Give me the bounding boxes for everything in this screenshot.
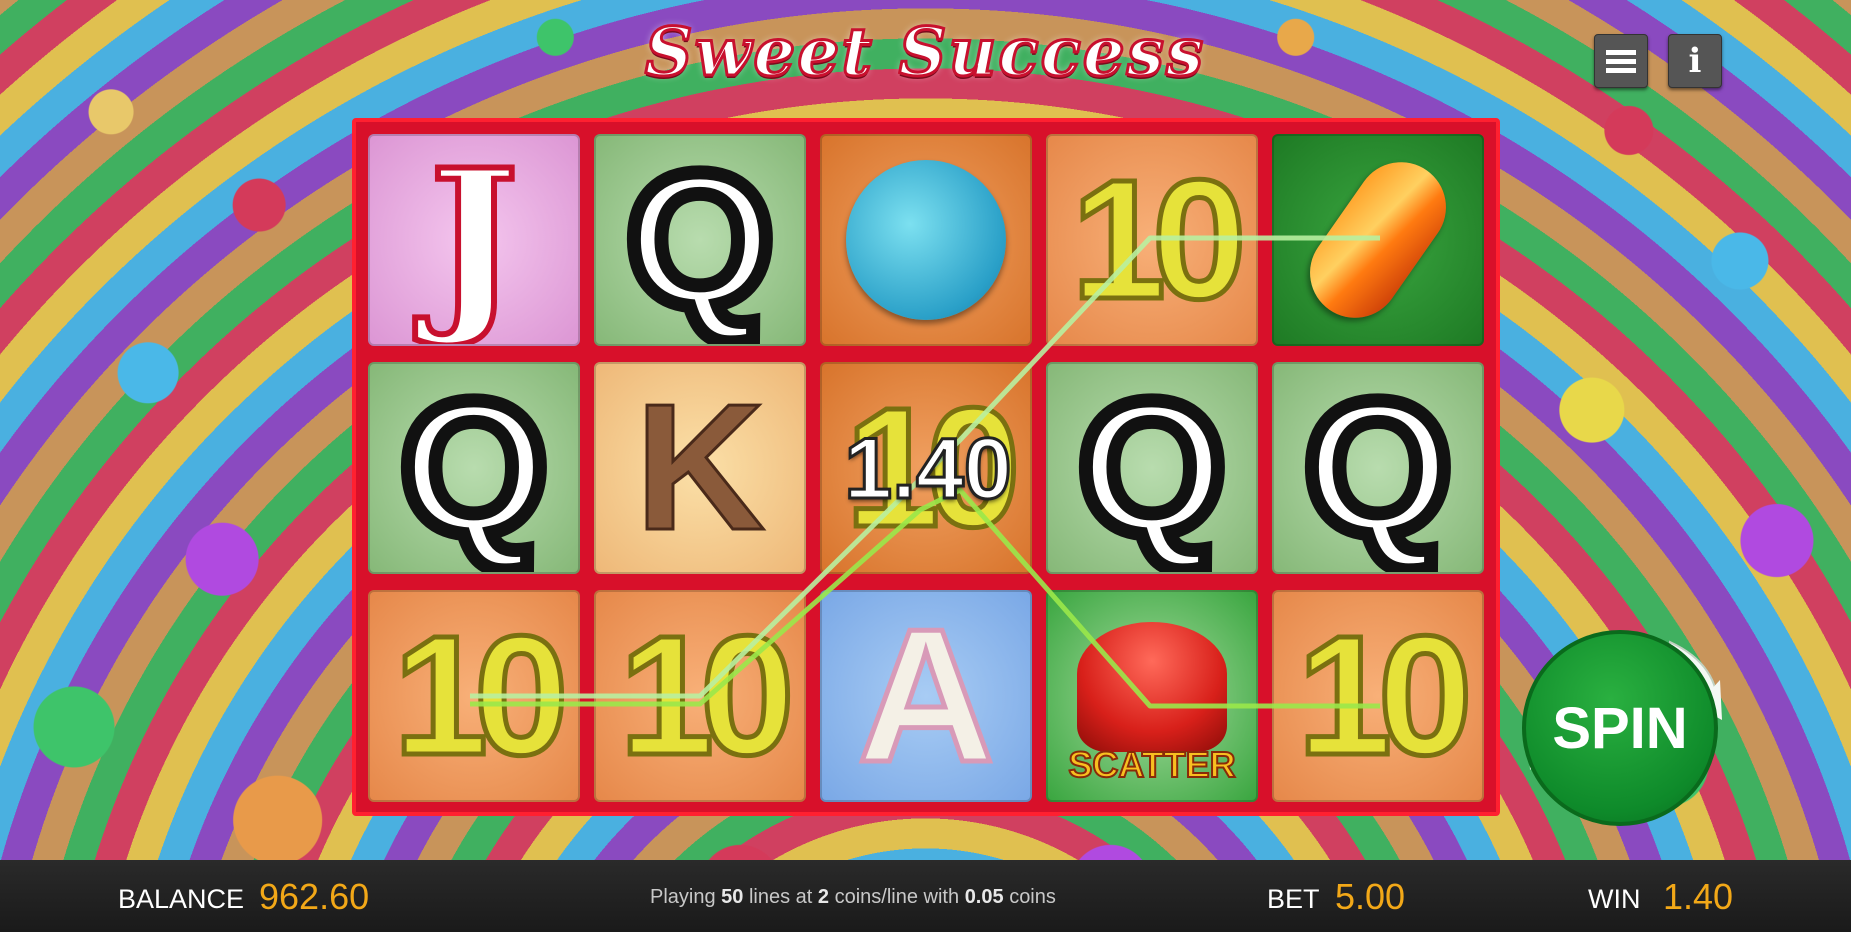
coins-per-line: 2 [817,886,830,908]
bet-label[interactable]: BET [1267,884,1320,915]
reel-1-row-2-cell: Q [368,362,580,574]
bet-info-line: Playing 50 lines at 2 coins/line with 0.… [650,886,1056,909]
symbol-ten: 10 [617,601,797,791]
symbol-ten: 10 [1069,145,1249,335]
lines-text: lines at [748,886,813,908]
symbol-j: J [426,134,522,346]
hamburger-icon [1606,46,1636,77]
bottom-bar: BALANCE 962.60 Playing 50 lines at 2 coi… [0,860,1851,932]
symbol-q: Q [619,134,781,346]
balance-value: 962.60 [259,876,370,917]
reel-5-row-3-cell: 10 [1272,590,1484,802]
symbol-a: A [855,590,997,802]
symbol-ten: 10 [1295,601,1475,791]
scatter-label: SCATTER [1067,743,1236,786]
balance-label: BALANCE [118,884,245,914]
reel-2-row-1-cell: Q [594,134,806,346]
win-amount-popup: 1.40 [843,420,1013,519]
blue-sweet-icon [846,160,1006,320]
spin-button[interactable]: SPIN [1522,630,1718,826]
reel-4-row-3-cell: SCATTER [1046,590,1258,802]
symbol-k: K [634,367,767,568]
win-label: WIN [1588,884,1641,914]
reel-5-row-2-cell: Q [1272,362,1484,574]
reel-4-row-1-cell: 10 [1046,134,1258,346]
reel-2-row-3-cell: 10 [594,590,806,802]
reel-5-row-1-cell [1272,134,1484,346]
lines-count: 50 [721,886,744,908]
reel-1-row-3-cell: 10 [368,590,580,802]
game-title: Sweet Success [643,12,1206,93]
jelly-icon [1077,622,1227,752]
symbol-ten: 10 [391,601,571,791]
symbol-q: Q [1071,362,1233,574]
menu-button[interactable] [1594,34,1648,88]
reel-3-row-1-cell [820,134,1032,346]
info-button[interactable]: i [1668,34,1722,88]
reel-1-row-1-cell: J [368,134,580,346]
symbol-q: Q [1297,362,1459,574]
bet-value[interactable]: 5.00 [1335,876,1405,918]
coin-value: 0.05 [964,886,1004,908]
reel-3-row-3-cell: A [820,590,1032,802]
coins-line-text: coins/line with [834,886,960,908]
coins-text: coins [1009,886,1056,908]
reel-2-row-2-cell: K [594,362,806,574]
playing-prefix: Playing [650,886,716,908]
win-value: 1.40 [1663,876,1734,917]
spin-control[interactable]: SPIN [1520,620,1730,830]
orange-candy-icon [1292,144,1464,336]
symbol-q: Q [393,362,555,574]
info-icon: i [1688,41,1702,81]
reel-4-row-2-cell: Q [1046,362,1258,574]
